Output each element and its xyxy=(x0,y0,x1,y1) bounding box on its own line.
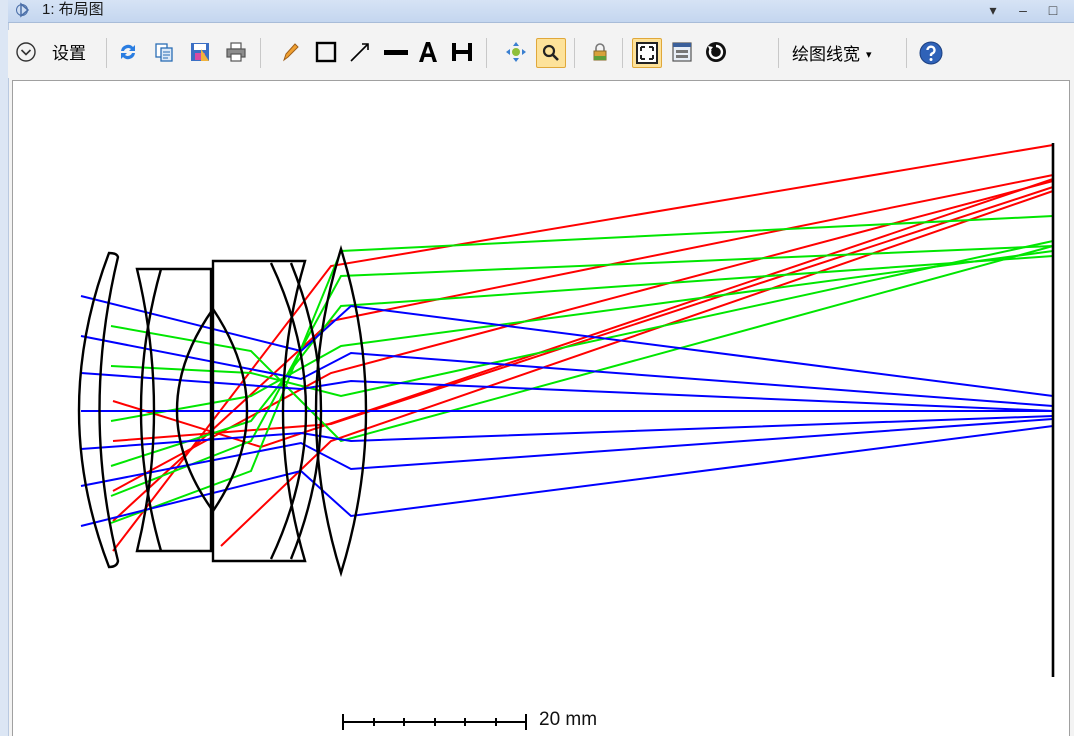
copy-icon xyxy=(155,43,173,62)
fit-icon xyxy=(636,42,658,64)
fit-button[interactable] xyxy=(632,38,662,68)
toolbar: 设置 绘图线宽 ▾ xyxy=(8,30,1074,78)
ray-blue xyxy=(80,425,1054,527)
settings-chevron-icon xyxy=(16,42,36,62)
window-title: 1: 布局图 xyxy=(42,1,104,18)
line-width-dropdown[interactable]: 绘图线宽 xyxy=(792,45,860,65)
ray-green xyxy=(110,255,1054,467)
toolbar-separator xyxy=(106,38,107,68)
window-left-edge xyxy=(0,0,9,736)
refresh-icon xyxy=(121,44,135,60)
copy-button[interactable] xyxy=(150,38,180,68)
save-button[interactable] xyxy=(186,38,216,68)
pencil-button[interactable] xyxy=(276,38,306,68)
layout-plot-canvas[interactable]: 20 mm xyxy=(12,80,1070,736)
toolbar-separator xyxy=(906,38,907,68)
toolbar-separator xyxy=(574,38,575,68)
ray-green xyxy=(110,240,1054,398)
layout-window: 1: 布局图 ▾ – □ 设置 绘图线宽 ▾ 20 mm xyxy=(0,0,1074,736)
window-maximize-button[interactable]: □ xyxy=(1042,0,1064,22)
rectangle-icon xyxy=(315,41,337,63)
window-dropdown-button[interactable]: ▾ xyxy=(982,0,1004,22)
zoom-button[interactable] xyxy=(536,38,566,68)
help-icon xyxy=(919,41,943,65)
rotate-icon xyxy=(706,42,726,62)
settings-label[interactable]: 设置 xyxy=(52,44,86,64)
dimension-button[interactable] xyxy=(448,38,478,68)
scale-bar xyxy=(342,714,527,730)
text-icon xyxy=(419,42,437,62)
title-bar[interactable]: 1: 布局图 ▾ – □ xyxy=(8,0,1074,23)
pan-icon xyxy=(506,42,526,62)
window-icon xyxy=(672,42,692,62)
ray-red xyxy=(112,144,1054,552)
chevron-down-icon[interactable]: ▾ xyxy=(866,45,872,65)
pan-button[interactable] xyxy=(502,38,532,68)
pencil-icon xyxy=(283,43,299,62)
help-button[interactable] xyxy=(916,38,946,68)
line-button[interactable] xyxy=(380,38,410,68)
rectangle-button[interactable] xyxy=(312,38,342,68)
window-button[interactable] xyxy=(668,38,698,68)
scale-bar-label: 20 mm xyxy=(539,709,598,730)
dimension-icon xyxy=(452,43,472,61)
window-minimize-button[interactable]: – xyxy=(1012,0,1034,22)
lock-icon xyxy=(593,43,607,61)
arrow-line-icon xyxy=(350,43,369,62)
text-button[interactable] xyxy=(414,38,444,68)
print-button[interactable] xyxy=(222,38,252,68)
lens-layout-diagram xyxy=(77,143,1055,730)
zoom-icon xyxy=(542,44,559,61)
arrow-line-button[interactable] xyxy=(346,38,376,68)
refresh-button[interactable] xyxy=(114,38,144,68)
lock-button[interactable] xyxy=(586,38,616,68)
window-menu-icon[interactable] xyxy=(16,2,32,18)
line-icon xyxy=(384,50,408,55)
toolbar-separator xyxy=(260,38,261,68)
save-icon xyxy=(191,43,209,61)
toolbar-separator xyxy=(778,38,779,68)
settings-button[interactable] xyxy=(12,38,42,68)
toolbar-separator xyxy=(622,38,623,68)
toolbar-separator xyxy=(486,38,487,68)
print-icon xyxy=(226,42,246,62)
rotate-button[interactable] xyxy=(702,38,732,68)
